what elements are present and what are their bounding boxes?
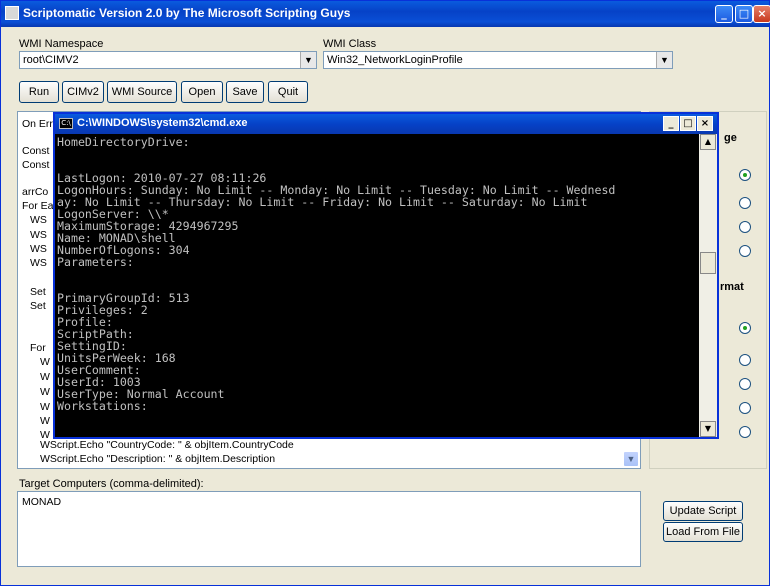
script-line: For (30, 342, 46, 354)
chevron-down-icon[interactable]: ▼ (656, 52, 672, 68)
script-line: Const (22, 159, 50, 171)
cmd-maximize-button[interactable]: □ (680, 116, 696, 131)
format-radio[interactable] (739, 378, 751, 390)
script-line: W (40, 401, 50, 413)
update-script-button[interactable]: Update Script (663, 501, 743, 521)
cmd-minimize-button[interactable]: _ (663, 116, 679, 131)
format-radio[interactable] (739, 426, 751, 438)
scroll-up-icon[interactable]: ▲ (700, 134, 716, 150)
scroll-down-icon[interactable]: ▼ (623, 451, 639, 467)
load-from-file-button[interactable]: Load From File (663, 522, 743, 542)
script-line: arrCo (22, 186, 49, 198)
option-radio[interactable] (739, 245, 751, 257)
scroll-thumb[interactable] (700, 252, 716, 274)
output-heading-fragment: ge (724, 132, 737, 144)
script-line: Set (30, 300, 46, 312)
script-line: W (40, 415, 50, 427)
format-radio[interactable] (739, 402, 751, 414)
wmi-class-label: WMI Class (323, 38, 377, 50)
namespace-value: root\CIMV2 (23, 54, 79, 66)
console-line: Parameters: (57, 255, 134, 269)
option-radio[interactable] (739, 169, 751, 181)
format-heading-fragment: rmat (720, 281, 744, 293)
cmd-console-output[interactable]: HomeDirectoryDrive: LastLogon: 2010-07-27… (57, 136, 693, 436)
open-button[interactable]: Open (181, 81, 223, 103)
cmd-title-bar[interactable]: C:\ C:\WINDOWS\system32\cmd.exe _ □ × (55, 114, 717, 134)
script-line: WS (30, 257, 47, 269)
script-line: WS (30, 243, 47, 255)
script-line: Set (30, 286, 46, 298)
scriptomatic-window: Scriptomatic Version 2.0 by The Microsof… (0, 0, 770, 586)
script-line: WScript.Echo "CountryCode: " & objItem.C… (40, 439, 294, 451)
console-line: Workstations: (57, 399, 148, 413)
script-line: W (40, 386, 50, 398)
minimize-button[interactable]: _ (715, 5, 733, 23)
close-button[interactable]: × (753, 5, 770, 23)
script-line: WS (30, 214, 47, 226)
script-line: Const (22, 145, 50, 157)
wmi-source-button[interactable]: WMI Source (107, 81, 177, 103)
cmd-window[interactable]: C:\ C:\WINDOWS\system32\cmd.exe _ □ × Ho… (53, 112, 719, 439)
script-line: For Ea (22, 200, 54, 212)
option-radio[interactable] (739, 221, 751, 233)
window-title: Scriptomatic Version 2.0 by The Microsof… (23, 6, 351, 20)
script-line: WS (30, 229, 47, 241)
target-computers-label: Target Computers (comma-delimited): (19, 478, 204, 490)
title-bar[interactable]: Scriptomatic Version 2.0 by The Microsof… (1, 1, 770, 27)
wmi-class-value: Win32_NetworkLoginProfile (327, 54, 463, 66)
cmd-title: C:\WINDOWS\system32\cmd.exe (77, 117, 248, 129)
quit-button[interactable]: Quit (268, 81, 308, 103)
format-radio[interactable] (739, 322, 751, 334)
namespace-label: WMI Namespace (19, 38, 104, 50)
maximize-button[interactable]: □ (735, 5, 753, 23)
wmi-class-combo[interactable]: Win32_NetworkLoginProfile ▼ (323, 51, 673, 69)
script-line: W (40, 371, 50, 383)
cmd-icon: C:\ (59, 118, 73, 129)
cimv2-button[interactable]: CIMv2 (62, 81, 104, 103)
namespace-combo[interactable]: root\CIMV2 ▼ (19, 51, 317, 69)
script-line: On Err (22, 118, 53, 130)
app-icon (5, 6, 19, 20)
console-line: HomeDirectoryDrive: (57, 136, 190, 149)
cmd-close-button[interactable]: × (697, 116, 713, 131)
target-computers-input[interactable]: MONAD (17, 491, 641, 567)
script-line: WScript.Echo "Description: " & objItem.D… (40, 453, 276, 465)
scroll-down-icon[interactable]: ▼ (700, 421, 716, 437)
format-radio[interactable] (739, 354, 751, 366)
cmd-scrollbar[interactable]: ▲ ▼ (699, 134, 717, 437)
script-line: W (40, 356, 50, 368)
option-radio[interactable] (739, 197, 751, 209)
save-button[interactable]: Save (226, 81, 264, 103)
target-computers-value: MONAD (22, 496, 62, 508)
run-button[interactable]: Run (19, 81, 59, 103)
chevron-down-icon[interactable]: ▼ (300, 52, 316, 68)
